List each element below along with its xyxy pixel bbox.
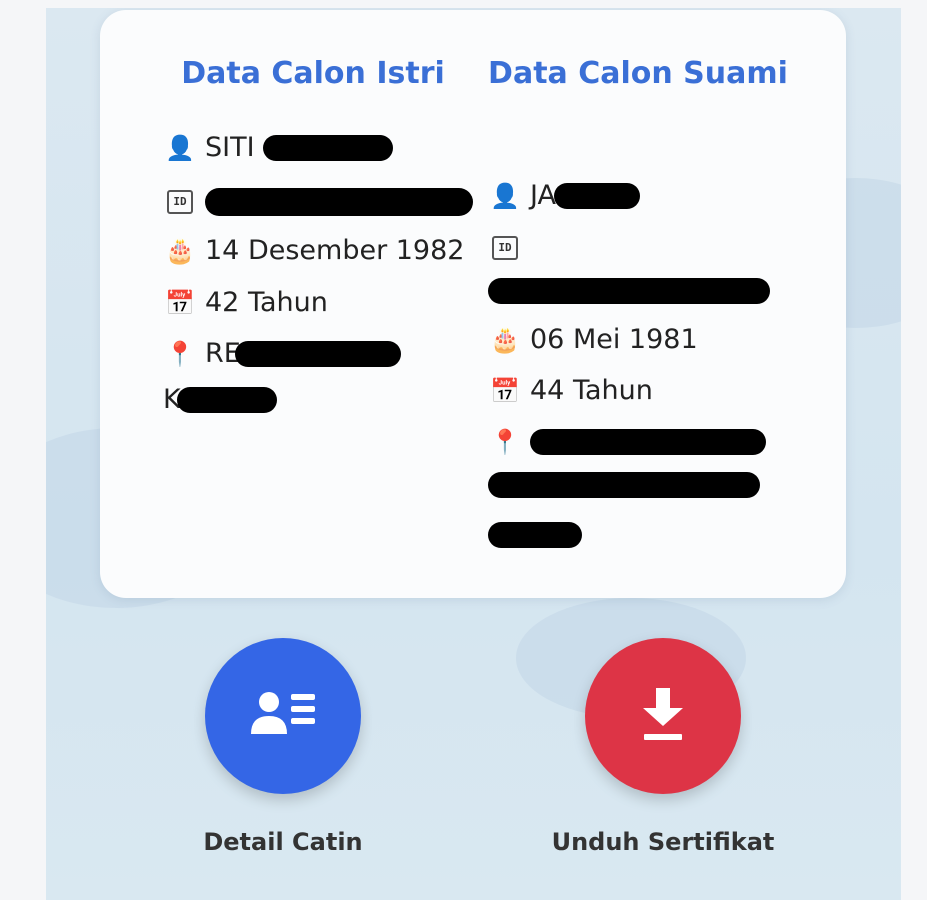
istri-birth-date: 14 Desember 1982 [205, 235, 465, 266]
istri-id-row: ID [163, 188, 473, 216]
calendar-icon: 📅 [165, 288, 195, 317]
istri-age-row: 📅 42 Tahun [163, 287, 328, 318]
pin-icon: 📍 [490, 428, 520, 456]
redaction-mark [488, 472, 760, 498]
person-icon: 👤 [490, 181, 520, 210]
suami-address-row-3 [488, 522, 582, 548]
pin-icon: 📍 [165, 339, 195, 368]
calendar-icon: 📅 [490, 376, 520, 405]
download-icon [643, 688, 683, 740]
detail-catin-button[interactable] [205, 638, 361, 794]
istri-name: SITI [205, 132, 255, 163]
redaction-mark [205, 188, 473, 216]
suami-address-row-2 [488, 472, 760, 498]
suami-age-row: 📅 44 Tahun [488, 375, 653, 406]
unduh-sertifikat-button[interactable] [585, 638, 741, 794]
person-icon: 👤 [165, 133, 195, 162]
suami-birth-date: 06 Mei 1981 [530, 324, 698, 355]
id-card-icon: ID [492, 236, 518, 260]
suami-id-number-row [488, 278, 770, 304]
detail-catin-action[interactable]: Detail Catin [163, 638, 403, 856]
suami-id-row: ID [488, 236, 530, 260]
contact-card-icon [251, 692, 315, 734]
suami-address-row: 📍 [488, 428, 766, 456]
suami-age: 44 Tahun [530, 375, 653, 406]
unduh-sertifikat-label[interactable]: Unduh Sertifikat [543, 828, 783, 856]
redaction-mark [176, 386, 277, 413]
couple-data-card: Data Calon Istri 👤 SITI ID 🎂 14 Desember… [100, 10, 846, 598]
istri-birth-row: 🎂 14 Desember 1982 [163, 235, 464, 266]
istri-age: 42 Tahun [205, 287, 328, 318]
suami-name-row: 👤 JA [488, 180, 640, 211]
suami-title: Data Calon Suami [488, 56, 788, 91]
redaction-mark [262, 134, 393, 161]
istri-title: Data Calon Istri [181, 56, 445, 91]
unduh-sertifikat-action[interactable]: Unduh Sertifikat [543, 638, 783, 856]
istri-address-row-2: K [163, 384, 277, 415]
suami-birth-row: 🎂 06 Mei 1981 [488, 324, 698, 355]
cake-icon: 🎂 [165, 236, 195, 265]
redaction-mark [234, 340, 401, 367]
redaction-mark [488, 522, 582, 548]
cake-icon: 🎂 [490, 325, 520, 354]
redaction-mark [488, 278, 770, 304]
istri-address-row: 📍 RE [163, 338, 401, 369]
app-screen: Data Calon Istri 👤 SITI ID 🎂 14 Desember… [46, 8, 901, 900]
redaction-mark [530, 429, 766, 455]
istri-name-row: 👤 SITI [163, 132, 393, 163]
detail-catin-label[interactable]: Detail Catin [163, 828, 403, 856]
redaction-mark [553, 182, 640, 209]
id-card-icon: ID [167, 190, 193, 214]
suami-name: JA [530, 180, 556, 211]
